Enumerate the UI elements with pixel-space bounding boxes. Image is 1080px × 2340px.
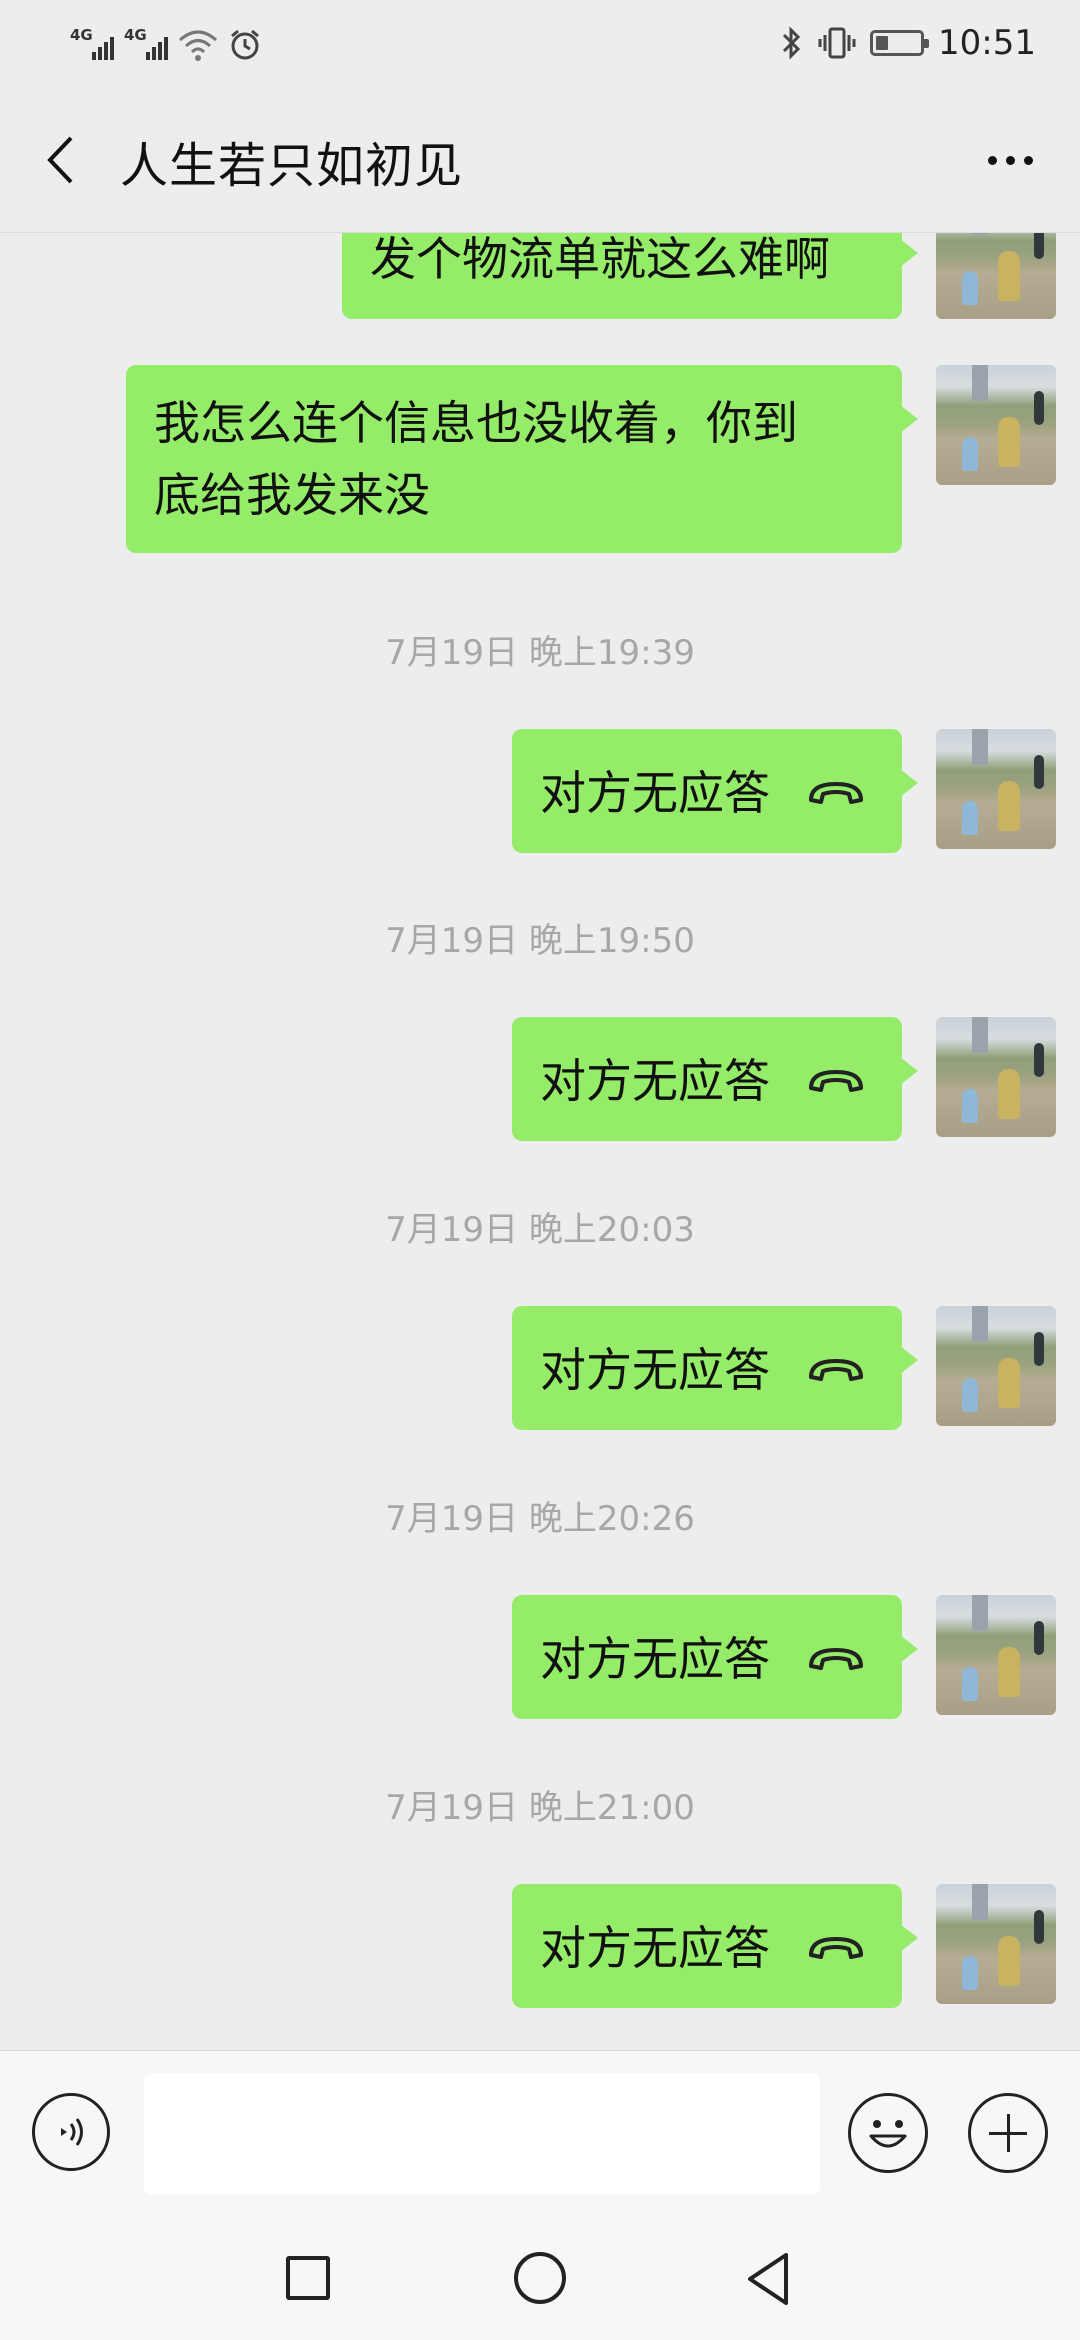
message-row: 对方无应答	[512, 1306, 1056, 1430]
voice-button[interactable]	[32, 2093, 110, 2171]
timestamp: 7月19日 晚上20:03	[385, 1210, 695, 1250]
network-type: 4G	[70, 26, 93, 44]
hangup-icon	[808, 1069, 863, 1092]
call-bubble[interactable]: 对方无应答	[512, 729, 918, 853]
signal-icon: 4G	[70, 26, 114, 62]
message-row: 对方无应答	[512, 1017, 1056, 1141]
avatar[interactable]	[936, 1017, 1056, 1137]
page-title: 人生若只如初见	[120, 138, 464, 194]
wifi-icon	[179, 30, 217, 61]
call-status-text: 对方无应答	[540, 1342, 770, 1397]
call-status-text: 对方无应答	[540, 1631, 770, 1686]
chat-header: 人生若只如初见	[0, 88, 1080, 233]
avatar[interactable]	[936, 233, 1056, 319]
timestamp: 7月19日 晚上19:50	[385, 921, 695, 961]
message-row: 发个物流单就这么难啊	[342, 233, 1056, 319]
hangup-icon	[808, 781, 863, 804]
avatar[interactable]	[936, 729, 1056, 849]
emoji-button[interactable]	[848, 2093, 928, 2173]
call-status-text: 对方无应答	[540, 1053, 770, 1108]
avatar[interactable]	[936, 1884, 1056, 2004]
timestamp: 7月19日 晚上20:26	[385, 1499, 695, 1539]
message-row: 对方无应答	[512, 729, 1056, 853]
timestamp: 7月19日 晚上21:00	[385, 1788, 695, 1828]
more-dots-icon	[987, 155, 997, 165]
alarm-icon	[231, 29, 259, 60]
call-bubble[interactable]: 对方无应答	[512, 1017, 918, 1141]
input-bar	[0, 2050, 1080, 2216]
battery-icon	[870, 30, 930, 56]
call-bubble[interactable]: 对方无应答	[512, 1884, 918, 2008]
message-input[interactable]	[144, 2073, 820, 2195]
message-text-line: 底给我发来没	[154, 468, 430, 522]
back-button[interactable]	[30, 124, 90, 196]
vibrate-icon	[818, 27, 856, 59]
signal-icon: 4G	[124, 26, 168, 62]
status-right: 10:51	[780, 18, 1036, 68]
message-bubble[interactable]: 发个物流单就这么难啊	[342, 233, 918, 319]
message-bubble[interactable]: 我怎么连个信息也没收着，你到 底给我发来没	[126, 365, 918, 553]
status-left: 4G 4G	[70, 22, 262, 62]
message-row: 对方无应答	[512, 1884, 1056, 2008]
call-status-text: 对方无应答	[540, 765, 770, 820]
bluetooth-icon	[782, 26, 801, 60]
status-bar: 4G 4G 10:51	[0, 0, 1080, 88]
message-row: 对方无应答	[512, 1595, 1056, 1719]
back-triangle-icon[interactable]	[744, 2251, 792, 2307]
avatar[interactable]	[936, 1595, 1056, 1715]
clock: 10:51	[938, 23, 1036, 63]
voice-icon	[61, 2118, 83, 2146]
hangup-icon	[808, 1936, 863, 1959]
call-status-text: 对方无应答	[540, 1920, 770, 1975]
call-bubble[interactable]: 对方无应答	[512, 1306, 918, 1430]
plus-button[interactable]	[968, 2093, 1048, 2173]
network-type: 4G	[124, 26, 147, 44]
system-nav-bar	[0, 2215, 1080, 2340]
emoji-icon	[869, 2120, 907, 2148]
chevron-left-icon	[47, 136, 73, 184]
call-bubble[interactable]: 对方无应答	[512, 1595, 918, 1719]
message-text-line: 我怎么连个信息也没收着，你到	[154, 396, 798, 450]
avatar[interactable]	[936, 1306, 1056, 1426]
home-circle-icon[interactable]	[514, 2252, 566, 2304]
message-row: 我怎么连个信息也没收着，你到 底给我发来没	[126, 365, 1056, 553]
chat-list[interactable]: 发个物流单就这么难啊 我怎么连个信息也没收着，你到 底给我发来没 7月19日 晚…	[0, 233, 1080, 2050]
more-button[interactable]	[970, 128, 1050, 192]
avatar[interactable]	[936, 365, 1056, 485]
hangup-icon	[808, 1358, 863, 1381]
message-text: 发个物流单就这么难啊	[370, 233, 830, 286]
timestamp: 7月19日 晚上19:39	[385, 633, 695, 673]
recents-square-icon[interactable]	[286, 2256, 330, 2300]
hangup-icon	[808, 1647, 863, 1670]
